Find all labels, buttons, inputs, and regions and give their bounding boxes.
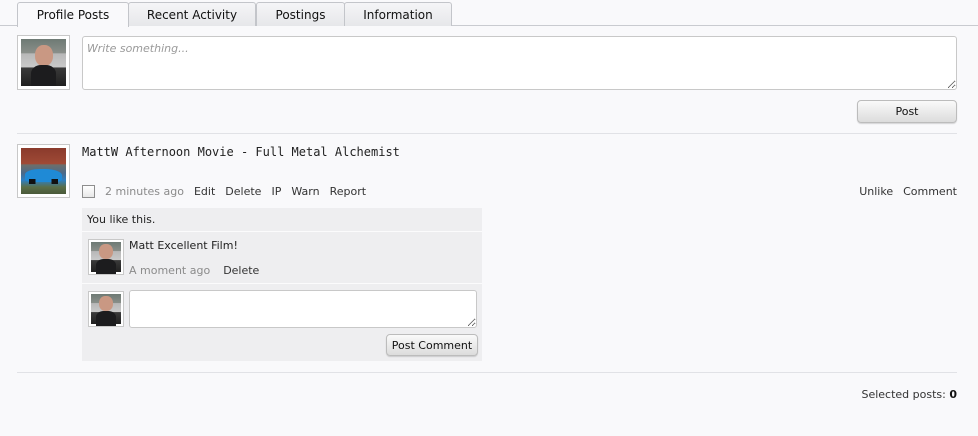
comment-input[interactable] xyxy=(129,290,477,328)
comment-avatar[interactable] xyxy=(88,239,124,275)
comment-username[interactable]: Matt xyxy=(129,239,154,252)
selected-posts-count: Selected posts: 0 xyxy=(861,388,957,401)
message-text: Afternoon Movie - Full Metal Alchemist xyxy=(125,145,400,159)
new-post-input[interactable] xyxy=(82,36,957,90)
tab-recent-activity[interactable]: Recent Activity xyxy=(128,2,256,26)
divider xyxy=(82,283,482,284)
divider xyxy=(17,372,957,373)
tab-profile-posts[interactable]: Profile Posts xyxy=(17,2,129,27)
avatar-image xyxy=(21,39,66,86)
likes-summary: You like this. xyxy=(87,213,156,226)
delete-link[interactable]: Delete xyxy=(225,185,261,198)
select-post-checkbox[interactable] xyxy=(82,184,95,198)
comment-delete-link[interactable]: Delete xyxy=(223,264,259,277)
warn-link[interactable]: Warn xyxy=(291,185,319,198)
tab-postings[interactable]: Postings xyxy=(256,2,345,26)
message-actions-right: Unlike Comment xyxy=(849,183,957,199)
post-button[interactable]: Post xyxy=(857,100,957,123)
unlike-link[interactable]: Unlike xyxy=(859,185,893,198)
comment-time: A moment ago xyxy=(129,264,211,277)
edit-link[interactable]: Edit xyxy=(194,185,215,198)
divider xyxy=(82,231,482,232)
comments-section: You like this. Matt Excellent Film! A mo… xyxy=(82,208,482,361)
message-username[interactable]: MattW xyxy=(82,145,118,159)
message-time[interactable]: 2 minutes ago xyxy=(105,185,184,198)
comment-link[interactable]: Comment xyxy=(903,185,957,198)
ip-link[interactable]: IP xyxy=(271,185,281,198)
avatar-image xyxy=(91,294,121,324)
avatar-image xyxy=(21,148,66,194)
poster-avatar[interactable] xyxy=(17,144,70,198)
report-link[interactable]: Report xyxy=(330,185,366,198)
tab-information[interactable]: Information xyxy=(344,2,452,26)
avatar-image xyxy=(91,242,121,272)
current-user-avatar[interactable] xyxy=(17,35,70,90)
comment-content: Matt Excellent Film! xyxy=(129,239,238,252)
post-comment-button[interactable]: Post Comment xyxy=(386,334,478,356)
profile-tabs: Profile Posts Recent Activity Postings I… xyxy=(0,0,978,27)
reply-avatar[interactable] xyxy=(88,291,124,327)
comment-meta: A moment ago Delete xyxy=(129,264,259,277)
divider xyxy=(17,133,957,134)
selected-posts-label: Selected posts: xyxy=(861,388,946,401)
message-content: MattW Afternoon Movie - Full Metal Alche… xyxy=(82,145,400,159)
comment-text: Excellent Film! xyxy=(157,239,238,252)
selected-posts-value: 0 xyxy=(949,388,957,401)
message-meta: 2 minutes ago Edit Delete IP Warn Report xyxy=(82,183,376,199)
